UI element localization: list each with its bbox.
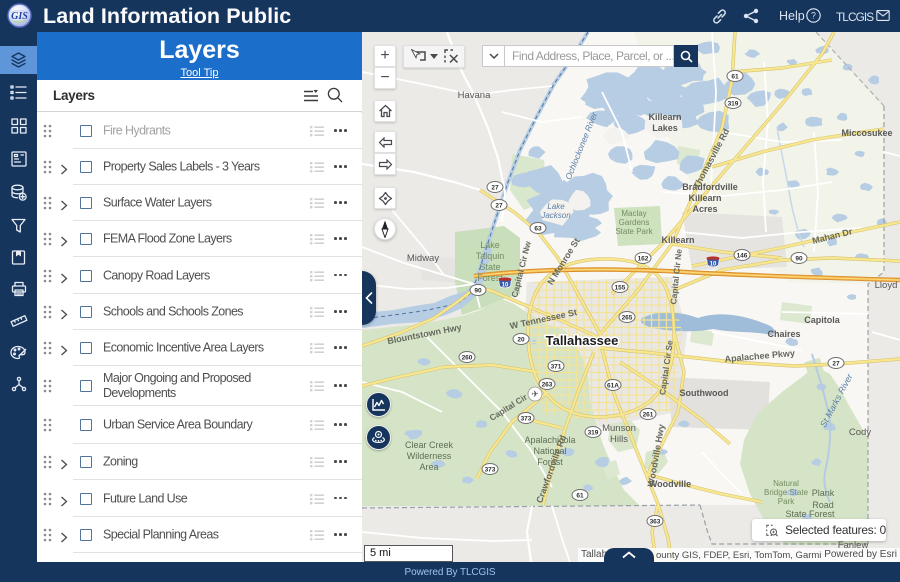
- svg-text:373: 373: [521, 415, 532, 422]
- svg-text:Cody: Cody: [849, 427, 871, 438]
- svg-text:61: 61: [731, 73, 739, 80]
- svg-text:Killearn: Killearn: [661, 235, 694, 245]
- svg-text:319: 319: [728, 100, 739, 107]
- svg-text:Bradfordville: Bradfordville: [682, 182, 738, 192]
- svg-text:27: 27: [832, 360, 840, 367]
- svg-text:Lake: Lake: [547, 202, 565, 211]
- svg-text:Lakes: Lakes: [652, 123, 678, 133]
- svg-text:371: 371: [551, 363, 562, 370]
- svg-text:261: 261: [643, 411, 654, 418]
- svg-text:Tallahassee: Tallahassee: [546, 333, 619, 348]
- svg-text:Hills: Hills: [610, 434, 628, 445]
- svg-text:Bridge State: Bridge State: [764, 488, 809, 497]
- svg-text:162: 162: [638, 255, 649, 262]
- svg-text:10: 10: [502, 283, 509, 289]
- svg-text:Maclay: Maclay: [621, 209, 646, 218]
- svg-text:Jackson: Jackson: [540, 211, 571, 220]
- svg-text:Capitola: Capitola: [804, 315, 840, 325]
- svg-text:Chaires: Chaires: [767, 329, 800, 339]
- svg-text:Apalachicola: Apalachicola: [524, 435, 575, 445]
- svg-text:20: 20: [517, 336, 525, 343]
- svg-text:Talquin: Talquin: [476, 251, 505, 261]
- svg-text:Miccosukee: Miccosukee: [841, 128, 892, 138]
- svg-text:Plank: Plank: [812, 488, 835, 498]
- svg-text:Natural: Natural: [773, 479, 799, 488]
- svg-text:Killearn: Killearn: [648, 112, 681, 122]
- svg-text:Lake: Lake: [480, 240, 500, 250]
- svg-text:10: 10: [710, 262, 717, 268]
- svg-text:Wilderness: Wilderness: [407, 451, 452, 461]
- svg-text:90: 90: [474, 287, 482, 294]
- svg-text:State Forest: State Forest: [785, 509, 835, 519]
- svg-text:Gardens: Gardens: [619, 218, 650, 227]
- svg-text:27: 27: [495, 202, 503, 209]
- svg-text:265: 265: [622, 314, 633, 321]
- svg-text:?: ?: [811, 11, 816, 21]
- svg-text:Lloyd: Lloyd: [875, 280, 898, 291]
- svg-text:Munson: Munson: [602, 423, 636, 434]
- svg-text:63: 63: [534, 225, 542, 232]
- svg-text:260: 260: [462, 354, 473, 361]
- svg-text:State Park: State Park: [615, 227, 653, 236]
- svg-text:✈: ✈: [531, 389, 539, 399]
- svg-text:373: 373: [485, 466, 496, 473]
- svg-text:GIS: GIS: [11, 11, 28, 22]
- svg-text:155: 155: [615, 284, 626, 291]
- svg-text:Area: Area: [419, 462, 438, 472]
- svg-text:27: 27: [491, 184, 499, 191]
- svg-text:Acres: Acres: [692, 204, 717, 214]
- svg-text:Havana: Havana: [458, 90, 491, 101]
- svg-text:Midway: Midway: [407, 253, 439, 264]
- svg-text:263: 263: [542, 381, 553, 388]
- svg-text:146: 146: [737, 252, 748, 259]
- svg-text:61: 61: [576, 492, 584, 499]
- svg-text:363: 363: [650, 518, 661, 525]
- svg-text:Southwood: Southwood: [680, 388, 729, 398]
- svg-text:90: 90: [795, 255, 803, 262]
- svg-text:State: State: [479, 262, 500, 272]
- svg-text:61A: 61A: [607, 382, 619, 389]
- svg-text:Killearn: Killearn: [688, 193, 721, 203]
- svg-text:319: 319: [588, 429, 599, 436]
- svg-text:Park: Park: [778, 497, 795, 506]
- svg-text:Clear Creek: Clear Creek: [405, 440, 454, 450]
